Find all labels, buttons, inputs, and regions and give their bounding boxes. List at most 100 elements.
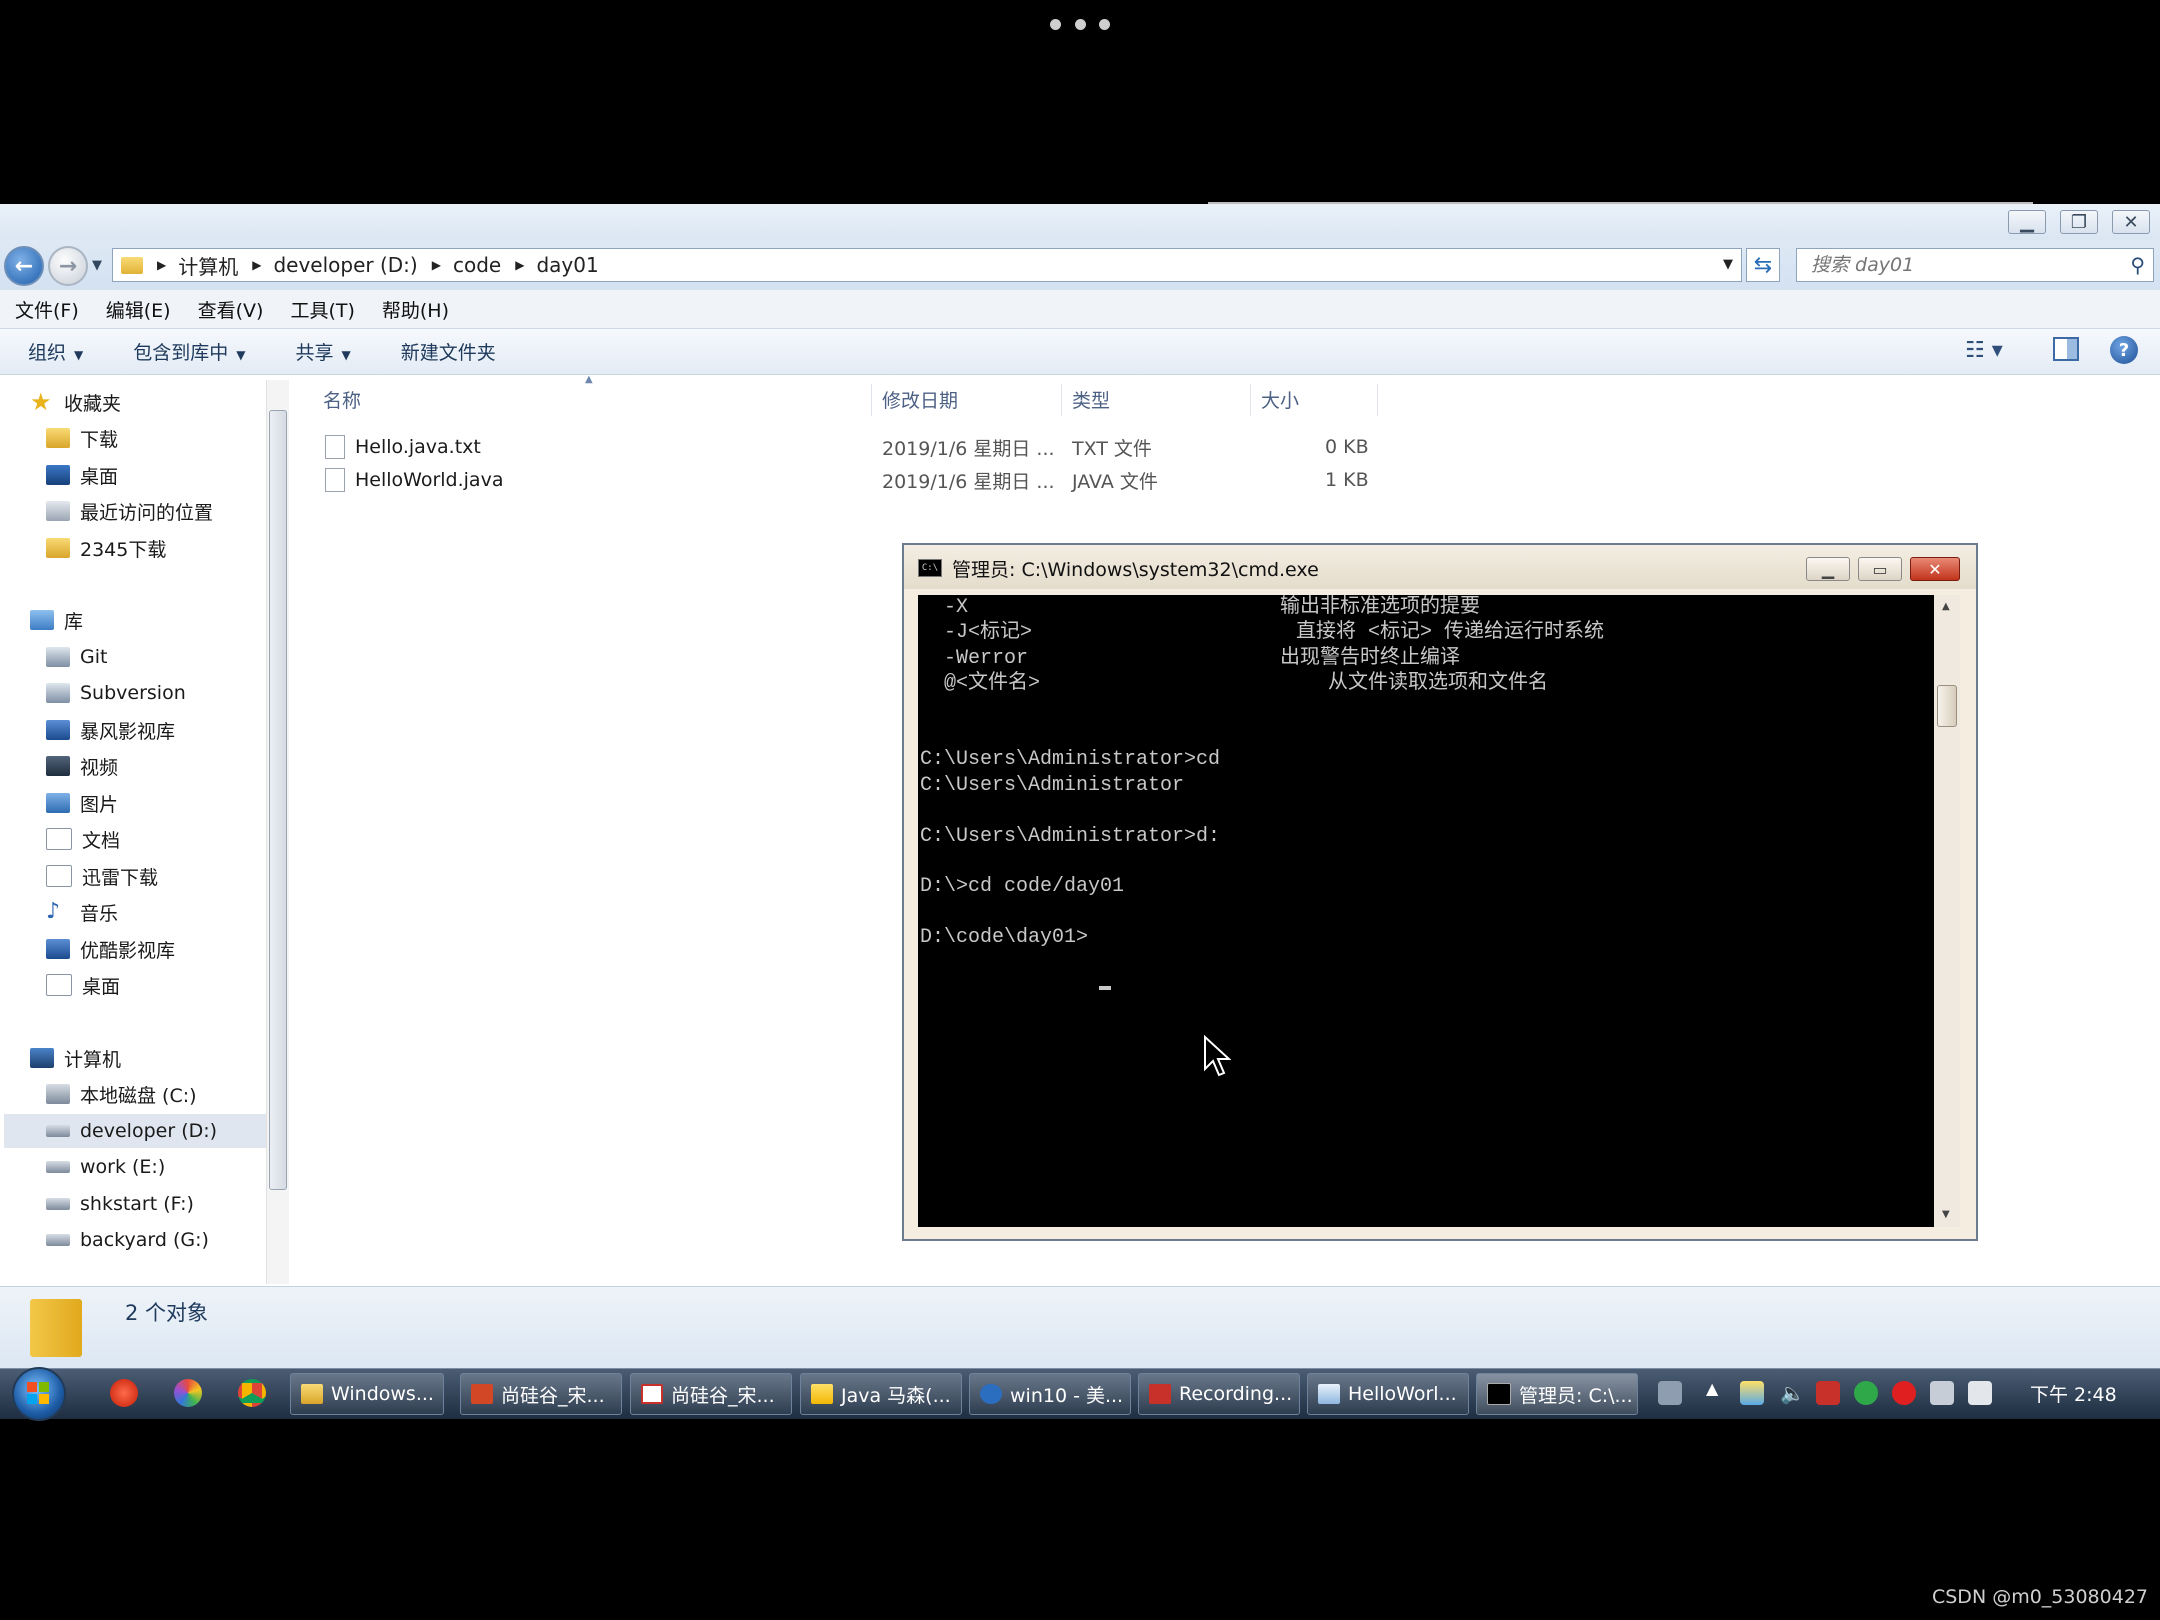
sidebar-item-label: developer (D:) bbox=[80, 1120, 218, 1142]
task-pdf[interactable]: 尚硅谷_宋... bbox=[630, 1373, 792, 1415]
sidebar-item-label: Subversion bbox=[80, 682, 186, 704]
cmd-scroll-thumb[interactable] bbox=[1937, 685, 1957, 727]
chevron-right-icon[interactable]: ▶ bbox=[252, 258, 261, 272]
column-divider[interactable] bbox=[871, 384, 872, 416]
sidebar-scrollbar[interactable] bbox=[266, 380, 289, 1284]
chevron-right-icon[interactable]: ▶ bbox=[432, 258, 441, 272]
start-button[interactable] bbox=[12, 1367, 66, 1421]
column-size[interactable]: 大小 bbox=[1261, 386, 1299, 413]
task-powerpoint[interactable]: 尚硅谷_宋... bbox=[460, 1373, 622, 1415]
cmd-window[interactable]: C:\ 管理员: C:\Windows\system32\cmd.exe ▁ ▭… bbox=[902, 543, 1978, 1241]
forward-button[interactable]: → bbox=[48, 246, 88, 286]
cmd-minimize-button[interactable]: ▁ bbox=[1806, 557, 1850, 581]
menu-help[interactable]: 帮助(H) bbox=[367, 296, 461, 323]
cmd-titlebar[interactable]: C:\ 管理员: C:\Windows\system32\cmd.exe ▁ ▭… bbox=[904, 545, 1976, 589]
text-file-icon bbox=[325, 435, 345, 459]
minimize-button[interactable]: ▁ bbox=[2008, 210, 2046, 234]
task-notepad[interactable]: HelloWorl... bbox=[1307, 1373, 1469, 1415]
sidebar-item-label: 视频 bbox=[80, 756, 119, 779]
share-button[interactable]: 共享 ▼ bbox=[268, 338, 373, 365]
menu-edit[interactable]: 编辑(E) bbox=[91, 296, 183, 323]
address-dropdown-icon[interactable]: ▼ bbox=[1723, 257, 1733, 272]
sidebar-item-drive-d[interactable]: developer (D:) bbox=[4, 1114, 266, 1148]
column-divider[interactable] bbox=[1377, 384, 1378, 416]
task-cmd[interactable]: 管理员: C:\... bbox=[1476, 1373, 1638, 1415]
new-folder-button[interactable]: 新建文件夹 bbox=[373, 338, 518, 365]
chevron-right-icon[interactable]: ▶ bbox=[515, 258, 524, 272]
cmd-title: 管理员: C:\Windows\system32\cmd.exe bbox=[952, 559, 1319, 581]
sidebar-item-label: work (E:) bbox=[80, 1156, 166, 1178]
column-name[interactable]: 名称 bbox=[323, 386, 361, 413]
sidebar-favorites[interactable]: ★ 收藏夹 bbox=[30, 385, 292, 419]
quicklaunch-app-icon[interactable] bbox=[110, 1379, 138, 1407]
keyboard-icon[interactable] bbox=[1658, 1381, 1682, 1405]
task-browser[interactable]: win10 - 美... bbox=[969, 1373, 1131, 1415]
column-date[interactable]: 修改日期 bbox=[882, 386, 958, 413]
cmd-close-button[interactable]: ✕ bbox=[1910, 557, 1960, 581]
history-dropdown-icon[interactable]: ▼ bbox=[92, 258, 102, 273]
cmd-scrollbar[interactable]: ▲ ▼ bbox=[1934, 595, 1960, 1227]
chrome-icon[interactable] bbox=[238, 1379, 266, 1407]
column-type[interactable]: 类型 bbox=[1072, 386, 1110, 413]
scroll-up-icon[interactable]: ▲ bbox=[1942, 601, 1950, 612]
sidebar-computer[interactable]: 计算机 bbox=[30, 1041, 292, 1075]
task-recording[interactable]: Recording... bbox=[1138, 1373, 1300, 1415]
quicklaunch-app-icon[interactable] bbox=[174, 1379, 202, 1407]
menu-view[interactable]: 查看(V) bbox=[183, 296, 276, 323]
chevron-right-icon[interactable]: ▶ bbox=[157, 258, 166, 272]
back-button[interactable]: ← bbox=[4, 246, 44, 286]
change-view-icon[interactable]: ☷ ▾ bbox=[1965, 338, 2003, 363]
column-divider[interactable] bbox=[1061, 384, 1062, 416]
address-bar[interactable]: ▶ 计算机 ▶ developer (D:) ▶ code ▶ day01 ▼ bbox=[112, 248, 1742, 282]
search-input[interactable] bbox=[1809, 253, 2113, 277]
tray-app-icon[interactable] bbox=[1968, 1381, 1992, 1405]
task-chat[interactable]: Java 马森(... bbox=[800, 1373, 962, 1415]
clock[interactable]: 下午 2:48 bbox=[2030, 1380, 2117, 1407]
menu-file[interactable]: 文件(F) bbox=[0, 296, 91, 323]
scroll-down-icon[interactable]: ▼ bbox=[1942, 1209, 1950, 1220]
search-icon[interactable]: ⚲ bbox=[2130, 253, 2145, 277]
more-options-icon[interactable] bbox=[1050, 12, 1110, 36]
cmd-console[interactable]: -X 输出非标准选项的提要 -J<标记> 直接将 <标记> 传递给运行时系统 -… bbox=[918, 595, 1934, 1227]
sidebar-scroll-thumb[interactable] bbox=[269, 410, 287, 1190]
breadcrumb-computer[interactable]: 计算机 bbox=[178, 251, 238, 280]
volume-icon[interactable]: 🔈 bbox=[1780, 1381, 1805, 1405]
breadcrumb-code[interactable]: code bbox=[453, 253, 501, 277]
file-row[interactable]: Hello.java.txt 2019/1/6 星期日 ... TXT 文件 0… bbox=[325, 432, 1725, 462]
show-hidden-icons-icon[interactable]: ▲ bbox=[1706, 1379, 1718, 1398]
breadcrumb-drive[interactable]: developer (D:) bbox=[273, 253, 417, 277]
record-icon[interactable] bbox=[1892, 1381, 1916, 1405]
search-box[interactable]: ⚲ bbox=[1796, 248, 2154, 282]
star-icon: ★ bbox=[30, 388, 52, 416]
sidebar-libraries-label: 库 bbox=[64, 610, 84, 633]
preview-pane-icon[interactable] bbox=[2053, 337, 2079, 361]
include-in-library-button[interactable]: 包含到库中 ▼ bbox=[105, 338, 267, 365]
tray-app-icon[interactable] bbox=[1740, 1381, 1764, 1405]
menu-tools[interactable]: 工具(T) bbox=[275, 296, 366, 323]
help-icon[interactable]: ? bbox=[2110, 336, 2138, 364]
cmd-maximize-button[interactable]: ▭ bbox=[1858, 557, 1902, 581]
drive-icon bbox=[46, 1234, 70, 1246]
sidebar-item-label: 迅雷下载 bbox=[82, 866, 159, 889]
restore-button[interactable]: ❐ bbox=[2060, 210, 2098, 234]
close-button[interactable]: ✕ bbox=[2112, 210, 2150, 234]
task-explorer[interactable]: Windows... bbox=[290, 1373, 444, 1415]
library-icon bbox=[46, 865, 72, 887]
organize-button[interactable]: 组织 ▼ bbox=[0, 338, 105, 365]
breadcrumb-day01[interactable]: day01 bbox=[536, 253, 598, 277]
file-type: TXT 文件 bbox=[1072, 437, 1152, 460]
column-divider[interactable] bbox=[1250, 384, 1251, 416]
sidebar-libraries[interactable]: 库 bbox=[30, 603, 292, 637]
file-row[interactable]: HelloWorld.java 2019/1/6 星期日 ... JAVA 文件… bbox=[325, 465, 1725, 495]
computer-icon bbox=[30, 1048, 54, 1068]
folder-icon bbox=[30, 1299, 82, 1357]
network-icon[interactable] bbox=[1930, 1381, 1954, 1405]
file-date: 2019/1/6 星期日 ... bbox=[882, 470, 1055, 493]
refresh-button[interactable]: ⇆ bbox=[1746, 248, 1780, 282]
documents-icon bbox=[46, 828, 72, 850]
command-bar: 组织 ▼ 包含到库中 ▼ 共享 ▼ 新建文件夹 ☷ ▾ ? bbox=[0, 329, 2160, 375]
cmd-icon: C:\ bbox=[918, 559, 942, 577]
file-name: Hello.java.txt bbox=[355, 436, 481, 458]
tray-app-icon[interactable] bbox=[1854, 1381, 1878, 1405]
tray-app-icon[interactable] bbox=[1816, 1381, 1840, 1405]
